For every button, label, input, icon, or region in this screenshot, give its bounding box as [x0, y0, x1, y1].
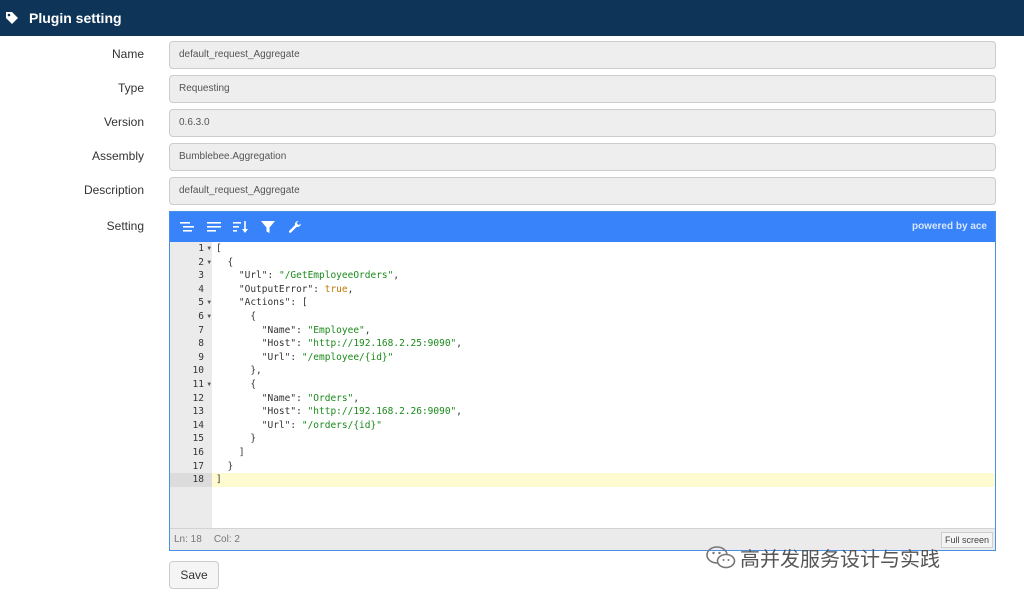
line-number: 8	[198, 338, 204, 350]
line-number: 4	[198, 283, 204, 295]
assembly-label: Assembly	[91, 149, 144, 163]
line-number-gutter: 1 ▼ 2 ▼ 3 4 5 ▼ 6 ▼ 7 8 9 10 11 ▼ 12 13 14 15 16 17 18	[170, 242, 212, 530]
description-field[interactable]: default_request_Aggregate	[169, 177, 996, 205]
code-lines[interactable]: [ { "Url": "/GetEmployeeOrders", "Output…	[212, 242, 995, 487]
code-line[interactable]: "Actions": [	[212, 296, 995, 310]
type-label: Type	[117, 81, 144, 95]
line-indicator: Ln: 18	[174, 534, 202, 545]
code-line[interactable]: [	[212, 242, 995, 256]
json-editor[interactable]: powered by ace 1 ▼ 2 ▼ 3 4 5 ▼ 6 ▼ 7 8 9 10 11 ▼ 12 13 14 1…	[169, 211, 996, 551]
line-number: 16	[192, 446, 204, 458]
fold-toggle-icon[interactable]: ▼	[207, 256, 211, 270]
fullscreen-button[interactable]: Full screen	[940, 532, 993, 548]
line-number: 15	[192, 433, 204, 445]
watermark-text: 高并发服务设计与实践	[740, 549, 940, 571]
line-number: 5 ▼	[198, 296, 211, 310]
line-number: 11 ▼	[192, 378, 211, 392]
code-area[interactable]: 1 ▼ 2 ▼ 3 4 5 ▼ 6 ▼ 7 8 9 10 11 ▼ 12 13 14 15 16 17 18 [ { "Ur…	[170, 242, 995, 530]
version-row: Version 0.6.3.0	[0, 106, 1024, 138]
setting-label: Setting	[106, 219, 144, 233]
line-number: 14	[192, 419, 204, 431]
format-icon[interactable]	[175, 216, 199, 238]
name-label: Name	[111, 47, 144, 61]
line-number: 9	[198, 351, 204, 363]
code-line[interactable]: },	[212, 364, 995, 378]
type-field[interactable]: Requesting	[169, 75, 996, 103]
code-line[interactable]: "OutputError": true,	[212, 283, 995, 297]
name-field[interactable]: default_request_Aggregate	[169, 41, 996, 69]
column-indicator: Col: 2	[213, 534, 240, 545]
type-row: Type Requesting	[0, 72, 1024, 104]
tag-icon	[5, 10, 21, 26]
editor-toolbar: powered by ace	[170, 212, 995, 242]
code-line[interactable]: "Url": "/GetEmployeeOrders",	[212, 269, 995, 283]
code-line[interactable]: "Name": "Employee",	[212, 324, 995, 338]
line-number: 13	[192, 406, 204, 418]
line-number: 2 ▼	[198, 256, 211, 270]
fold-toggle-icon[interactable]: ▼	[207, 310, 211, 324]
code-line[interactable]: }	[212, 432, 995, 446]
code-line[interactable]: "Name": "Orders",	[212, 392, 995, 406]
code-line[interactable]: ]	[212, 446, 995, 460]
description-row: Description default_request_Aggregate	[0, 174, 1024, 206]
wechat-icon	[706, 545, 736, 571]
line-number: 6 ▼	[198, 310, 211, 324]
powered-by-text[interactable]: powered by ace	[912, 221, 987, 232]
line-number: 10	[192, 365, 204, 377]
assembly-field[interactable]: Bumblebee.Aggregation	[169, 143, 996, 171]
code-line[interactable]: "Host": "http://192.168.2.26:9090",	[212, 405, 995, 419]
code-line[interactable]: "Url": "/employee/{id}"	[212, 351, 995, 365]
line-number: 7	[198, 324, 204, 336]
wrench-icon[interactable]	[283, 216, 307, 238]
sort-icon[interactable]	[229, 216, 253, 238]
name-row: Name default_request_Aggregate	[0, 38, 1024, 70]
line-number: 12	[192, 392, 204, 404]
compact-icon[interactable]	[202, 216, 226, 238]
save-button[interactable]: Save	[169, 561, 219, 589]
code-line[interactable]: }	[212, 460, 995, 474]
code-line[interactable]: {	[212, 310, 995, 324]
assembly-row: Assembly Bumblebee.Aggregation	[0, 140, 1024, 172]
line-number: 1 ▼	[198, 242, 211, 256]
line-number: 3	[198, 270, 204, 282]
watermark: 高并发服务设计与实践	[706, 543, 940, 572]
fold-toggle-icon[interactable]: ▼	[207, 378, 211, 392]
version-label: Version	[103, 115, 144, 129]
version-field[interactable]: 0.6.3.0	[169, 109, 996, 137]
code-line[interactable]: "Url": "/orders/{id}"	[212, 419, 995, 433]
fold-toggle-icon[interactable]: ▼	[207, 242, 211, 256]
description-label: Description	[83, 183, 144, 197]
code-line[interactable]: ]	[212, 473, 995, 487]
page-title: Plugin setting	[29, 10, 122, 26]
line-number: 17	[192, 460, 204, 472]
code-line[interactable]: "Host": "http://192.168.2.25:9090",	[212, 337, 995, 351]
code-line[interactable]: {	[212, 256, 995, 270]
line-number: 18	[170, 473, 212, 487]
page-header: Plugin setting	[0, 0, 1024, 36]
filter-icon[interactable]	[256, 216, 280, 238]
fold-toggle-icon[interactable]: ▼	[207, 296, 211, 310]
code-line[interactable]: {	[212, 378, 995, 392]
